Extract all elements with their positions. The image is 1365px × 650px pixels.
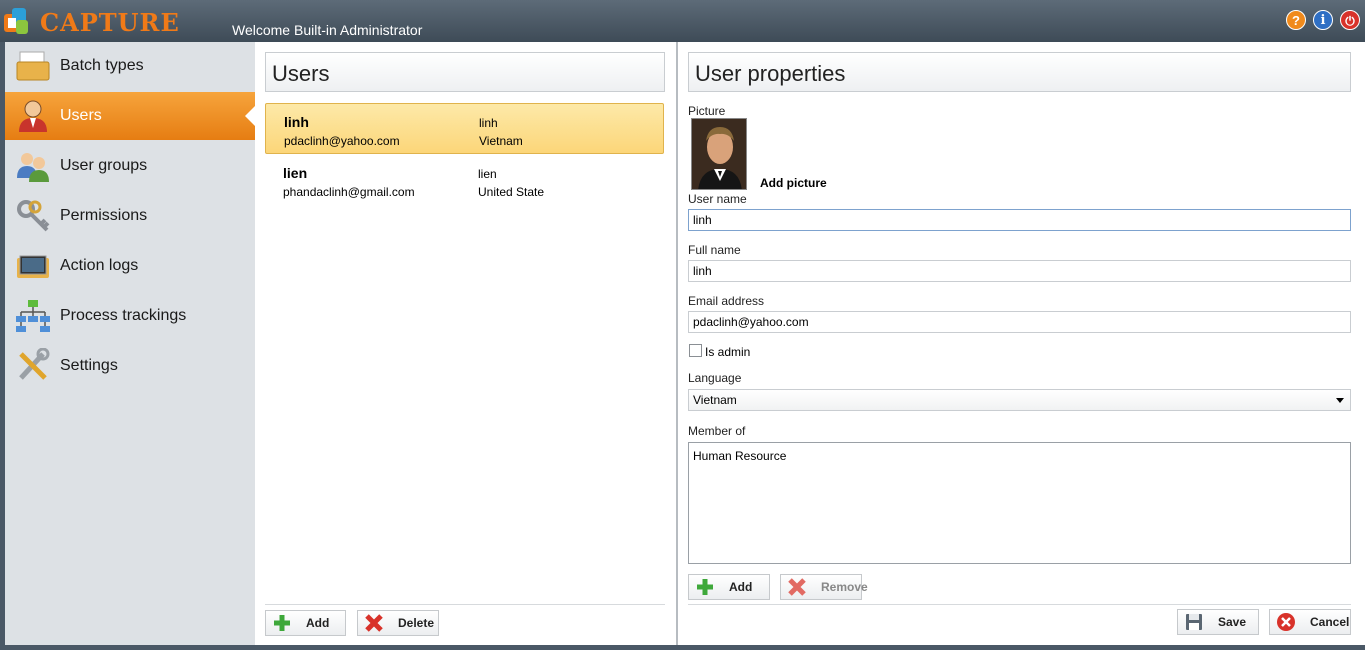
sidebar-item-users[interactable]: Users bbox=[5, 92, 255, 140]
batch-types-icon bbox=[15, 48, 51, 84]
delete-x-icon bbox=[787, 577, 807, 597]
monitor-folder-icon bbox=[15, 248, 51, 284]
window-frame-bottom bbox=[0, 645, 1365, 650]
divider bbox=[265, 604, 665, 605]
cancel-label: Cancel bbox=[1310, 615, 1350, 629]
help-icon[interactable]: ? bbox=[1286, 10, 1306, 30]
language-select[interactable]: Vietnam bbox=[688, 389, 1351, 411]
user-username: linh bbox=[479, 116, 498, 130]
sidebar-item-label: Permissions bbox=[60, 207, 148, 224]
user-picture bbox=[691, 118, 747, 190]
picture-label: Picture bbox=[688, 104, 726, 118]
flowchart-icon bbox=[15, 298, 51, 334]
sidebar-item-label: Users bbox=[60, 107, 102, 124]
remove-group-button[interactable]: Remove bbox=[780, 574, 868, 600]
delete-user-button[interactable]: Delete bbox=[357, 610, 439, 636]
sidebar-item-permissions[interactable]: Permissions bbox=[5, 192, 255, 240]
chevron-down-icon bbox=[1336, 398, 1344, 403]
user-name: lien bbox=[283, 165, 308, 181]
member-of-list[interactable]: Human Resource bbox=[688, 442, 1351, 564]
user-list-item[interactable]: linh pdaclinh@yahoo.com linh Vietnam bbox=[265, 103, 664, 154]
users-icon bbox=[15, 98, 51, 134]
sidebar-item-batch-types[interactable]: Batch types bbox=[5, 42, 255, 90]
is-admin-checkbox[interactable] bbox=[689, 344, 702, 357]
username-label: User name bbox=[688, 192, 747, 206]
user-country: United State bbox=[478, 185, 545, 199]
info-icon[interactable]: i bbox=[1313, 10, 1333, 30]
user-name: linh bbox=[284, 114, 309, 130]
users-panel-title: Users bbox=[265, 52, 665, 92]
user-email: pdaclinh@yahoo.com bbox=[284, 134, 400, 148]
delete-x-icon bbox=[364, 613, 384, 633]
user-country: Vietnam bbox=[479, 134, 523, 148]
delete-user-label: Delete bbox=[398, 616, 435, 630]
title-bar: CAPTURE Welcome Built-in Administrator ?… bbox=[0, 0, 1365, 42]
power-icon[interactable]: ⏻ bbox=[1340, 10, 1360, 30]
app-logo-text: CAPTURE bbox=[40, 8, 180, 37]
sidebar-item-action-logs[interactable]: Action logs bbox=[5, 242, 255, 290]
sidebar-item-label: Settings bbox=[60, 357, 118, 374]
language-selected-value: Vietnam bbox=[693, 393, 737, 407]
keys-icon bbox=[15, 198, 51, 234]
sidebar-item-user-groups[interactable]: User groups bbox=[5, 142, 255, 190]
sidebar-item-settings[interactable]: Settings bbox=[5, 342, 255, 390]
sidebar-item-label: Action logs bbox=[60, 257, 139, 274]
capture-logo-icon bbox=[2, 4, 38, 38]
add-group-label: Add bbox=[729, 580, 753, 594]
language-label: Language bbox=[688, 371, 742, 385]
user-username: lien bbox=[478, 167, 497, 181]
add-user-button[interactable]: Add bbox=[265, 610, 346, 636]
username-field[interactable]: linh bbox=[688, 209, 1351, 231]
sidebar: Batch types Users User groups Permission… bbox=[5, 42, 255, 645]
plus-icon bbox=[695, 577, 715, 597]
user-groups-icon bbox=[15, 148, 51, 184]
tools-icon bbox=[15, 347, 51, 384]
user-properties-panel: User properties Picture Add picture User… bbox=[678, 42, 1365, 645]
save-button[interactable]: Save bbox=[1177, 609, 1259, 635]
member-of-label: Member of bbox=[688, 424, 746, 438]
floppy-disk-icon bbox=[1184, 612, 1204, 632]
email-label: Email address bbox=[688, 294, 765, 308]
member-of-item[interactable]: Human Resource bbox=[693, 449, 1346, 463]
add-picture-link[interactable]: Add picture bbox=[760, 176, 827, 190]
user-email: phandaclinh@gmail.com bbox=[283, 185, 415, 199]
sidebar-item-label: User groups bbox=[60, 157, 148, 174]
add-group-button[interactable]: Add bbox=[688, 574, 770, 600]
divider bbox=[688, 604, 1351, 605]
sidebar-item-label: Batch types bbox=[60, 57, 144, 74]
add-user-label: Add bbox=[306, 616, 330, 630]
cancel-icon bbox=[1276, 612, 1296, 632]
sidebar-item-label: Process trackings bbox=[60, 307, 187, 324]
user-list-item[interactable]: lien phandaclinh@gmail.com lien United S… bbox=[265, 155, 664, 206]
cancel-button[interactable]: Cancel bbox=[1269, 609, 1351, 635]
users-panel: Users linh pdaclinh@yahoo.com linh Vietn… bbox=[255, 42, 676, 645]
plus-icon bbox=[272, 613, 292, 633]
user-properties-title: User properties bbox=[688, 52, 1351, 92]
email-field[interactable]: pdaclinh@yahoo.com bbox=[688, 311, 1351, 333]
sidebar-item-process-trackings[interactable]: Process trackings bbox=[5, 292, 255, 340]
remove-group-label: Remove bbox=[821, 580, 868, 594]
fullname-field[interactable]: linh bbox=[688, 260, 1351, 282]
is-admin-label: Is admin bbox=[705, 345, 751, 359]
fullname-label: Full name bbox=[688, 243, 741, 257]
welcome-text: Welcome Built-in Administrator bbox=[232, 22, 423, 38]
save-label: Save bbox=[1218, 615, 1247, 629]
